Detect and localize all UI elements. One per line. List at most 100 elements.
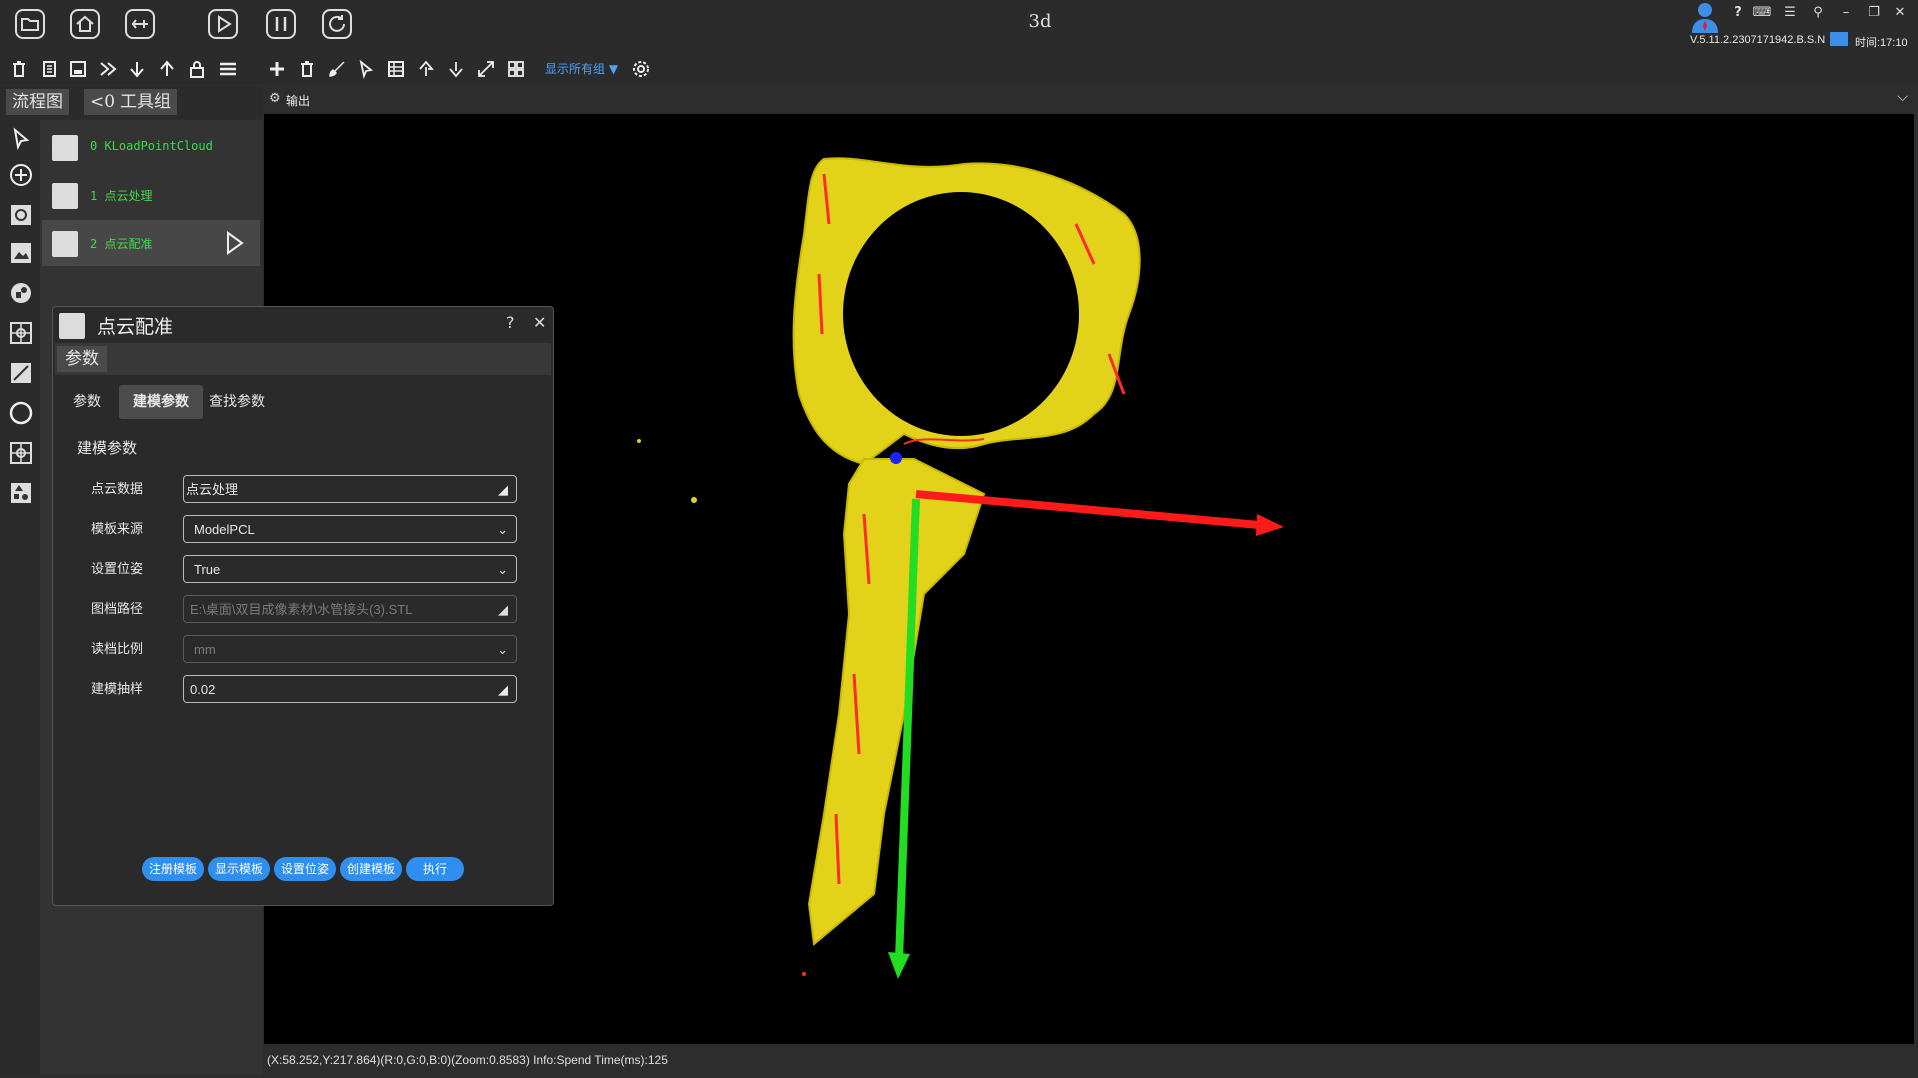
locate-tool-icon[interactable]	[6, 438, 36, 468]
chevron-down-icon: ⌄	[497, 522, 508, 537]
output-label: 输出	[286, 94, 311, 108]
tab-flowchart[interactable]: 流程图	[6, 89, 69, 115]
flow-item-label: 0 KLoadPointCloud	[90, 139, 213, 153]
arrow-up-icon[interactable]	[414, 57, 438, 81]
user-avatar-icon[interactable]	[1690, 1, 1720, 33]
corner-arrow-icon: ◢	[498, 602, 508, 617]
set-pose-label: 设置位姿	[91, 562, 144, 577]
table-icon[interactable]	[384, 57, 408, 81]
image-tool-icon[interactable]	[6, 200, 36, 230]
add-circle-icon[interactable]	[6, 160, 36, 190]
menu-list-icon[interactable]: ☰	[1780, 3, 1800, 23]
circle-tool-icon[interactable]	[6, 398, 36, 428]
loop-icon[interactable]	[318, 5, 356, 43]
pause-icon[interactable]	[262, 5, 300, 43]
hamburger-icon[interactable]	[216, 57, 240, 81]
create-template-button[interactable]: 创建模板	[340, 857, 402, 881]
point-cloud-data-value: 点云处理	[186, 482, 239, 497]
arrow-down-icon[interactable]	[444, 57, 468, 81]
tool-icon-strip	[0, 120, 40, 1075]
show-all-groups-dropdown[interactable]: 显示所有组 ▼	[545, 60, 618, 77]
gear-icon[interactable]: ⚙	[269, 91, 281, 106]
caret-down-icon: ▼	[605, 62, 619, 76]
flow-item-load-point-cloud[interactable]: 0 KLoadPointCloud	[42, 124, 260, 170]
subtab-params[interactable]: 参数	[59, 385, 115, 419]
execute-button[interactable]: 执行	[406, 857, 464, 881]
flow-item-point-cloud-registration[interactable]: 2 点云配准	[42, 220, 260, 266]
keyboard-icon[interactable]: ⌨	[1752, 3, 1772, 23]
template-source-value: ModelPCL	[194, 522, 255, 537]
window-title: 3d	[1028, 11, 1052, 32]
flow-item-label: 1 点云处理	[90, 189, 153, 203]
chevron-down-icon[interactable]: ⌵	[1897, 89, 1908, 105]
set-pose-button[interactable]: 设置位姿	[274, 857, 336, 881]
run-icon[interactable]	[204, 5, 242, 43]
expand-icon[interactable]	[474, 57, 498, 81]
point-cloud-data-field[interactable]: 点云处理 ◢	[183, 475, 517, 503]
params-section-header: 参数	[55, 343, 551, 375]
add-icon[interactable]	[265, 57, 289, 81]
version-label: V.5.11.2.2307171942.B.S.N	[1690, 34, 1826, 46]
close-window-icon[interactable]: ✕	[1890, 3, 1910, 23]
tab-tools[interactable]: 工具组	[114, 89, 177, 115]
save-icon[interactable]	[66, 57, 90, 81]
show-template-button[interactable]: 显示模板	[208, 857, 270, 881]
corner-arrow-icon: ◢	[498, 682, 508, 697]
subtab-find-params[interactable]: 查找参数	[195, 385, 279, 419]
params-tab[interactable]: 参数	[57, 346, 107, 372]
open-folder-icon[interactable]	[11, 5, 49, 43]
trash-icon[interactable]	[7, 57, 31, 81]
point-cloud-data-label: 点云数据	[91, 482, 144, 497]
edit-toolbar: 显示所有组 ▼	[0, 54, 1918, 84]
subtab-model-params[interactable]: 建模参数	[119, 385, 203, 419]
registration-node-icon	[52, 231, 78, 257]
lock-icon[interactable]	[185, 57, 209, 81]
read-scale-value: mm	[194, 642, 216, 657]
shapes-tool-icon[interactable]	[6, 278, 36, 308]
select-arrow-icon[interactable]	[6, 124, 36, 154]
process-node-icon	[52, 183, 78, 209]
move-down-icon[interactable]	[125, 57, 149, 81]
copy-icon[interactable]	[37, 57, 61, 81]
calendar-icon	[1830, 32, 1848, 46]
read-scale-select[interactable]: mm ⌄	[183, 635, 517, 663]
template-source-label: 模板来源	[91, 522, 144, 537]
dialog-close-icon[interactable]: ✕	[533, 313, 546, 332]
delete-icon[interactable]	[295, 57, 319, 81]
minimize-icon[interactable]: –	[1836, 3, 1856, 23]
model-sampling-field[interactable]: 0.02 ◢	[183, 675, 517, 703]
template-source-select[interactable]: ModelPCL ⌄	[183, 515, 517, 543]
left-panel-tabs: 流程图 <0 工具组	[0, 86, 262, 118]
pin-icon[interactable]: ⚲	[1808, 3, 1828, 23]
brush-icon[interactable]	[325, 57, 349, 81]
read-scale-label: 读档比例	[91, 642, 144, 657]
registration-node-icon	[59, 313, 85, 339]
restore-icon[interactable]: ❐	[1864, 3, 1884, 23]
show-all-groups-label: 显示所有组	[545, 62, 606, 76]
home-icon[interactable]	[66, 5, 104, 43]
grid-icon[interactable]	[504, 57, 528, 81]
geometry-tool-icon[interactable]	[6, 478, 36, 508]
run-node-icon[interactable]	[224, 230, 246, 260]
measure-tool-icon[interactable]	[6, 318, 36, 348]
file-path-value: E:\桌面\双目成像素材\水管接头(3).STL	[190, 602, 413, 617]
time-label: 时间:17:10	[1855, 37, 1908, 49]
tab-tools-count[interactable]: <0	[84, 89, 116, 115]
pointer-icon[interactable]	[354, 57, 378, 81]
step-forward-icon[interactable]	[96, 57, 120, 81]
model-sampling-value: 0.02	[190, 682, 216, 697]
flow-item-label: 2 点云配准	[90, 237, 153, 251]
usb-icon[interactable]	[121, 5, 159, 43]
settings-gear-icon[interactable]	[629, 57, 653, 81]
file-path-field[interactable]: E:\桌面\双目成像素材\水管接头(3).STL ◢	[183, 595, 517, 623]
register-template-button[interactable]: 注册模板	[142, 857, 204, 881]
flow-item-point-cloud-process[interactable]: 1 点云处理	[42, 172, 260, 218]
line-tool-icon[interactable]	[6, 358, 36, 388]
output-header: ⚙ 输出 ⌵	[264, 86, 1918, 114]
set-pose-select[interactable]: True ⌄	[183, 555, 517, 583]
help-icon[interactable]: ?	[1728, 3, 1748, 23]
chevron-down-icon: ⌄	[497, 642, 508, 657]
image-process-icon[interactable]	[6, 238, 36, 268]
dialog-help-icon[interactable]: ?	[506, 313, 515, 332]
move-up-icon[interactable]	[155, 57, 179, 81]
